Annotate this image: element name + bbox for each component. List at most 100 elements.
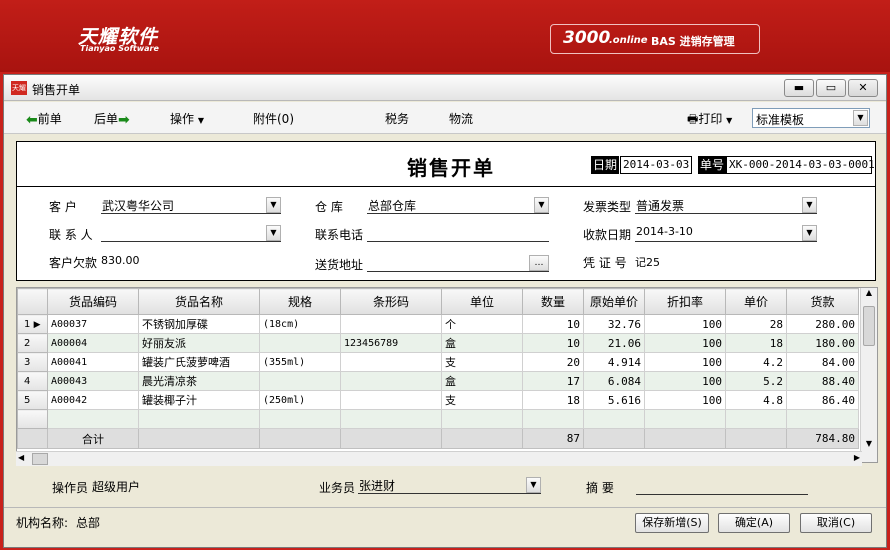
cell-price[interactable]: 5.2 [725, 371, 787, 391]
col-header-price[interactable]: 单价 [725, 288, 787, 315]
table-row[interactable]: 5 A00042 罐装椰子汁 (250ml) 支 18 5.616 100 4.… [17, 390, 859, 410]
cell-discount[interactable]: 100 [644, 390, 726, 410]
cell-unit[interactable]: 支 [441, 352, 523, 372]
salesman-select[interactable]: 张进财 ▼ [358, 476, 541, 494]
minimize-button[interactable]: ▬ [784, 79, 814, 97]
cell-code[interactable]: A00043 [47, 371, 139, 391]
address-field[interactable]: … [367, 254, 549, 272]
cell-barcode[interactable] [340, 390, 442, 410]
row-header[interactable]: 3 [17, 352, 48, 372]
vertical-scrollbar[interactable]: ▲ ▼ [860, 288, 877, 462]
scroll-left-icon[interactable]: ◀ [18, 453, 24, 462]
summary-field[interactable] [636, 477, 808, 495]
scroll-right-icon[interactable]: ▶ [854, 453, 860, 462]
scroll-thumb-h[interactable] [32, 453, 48, 465]
cell-code[interactable]: A00042 [47, 390, 139, 410]
cell-name[interactable]: 晨光清凉茶 [138, 371, 260, 391]
cell-discount[interactable]: 100 [644, 333, 726, 353]
cell-orig-price[interactable]: 6.084 [583, 371, 645, 391]
cell-qty[interactable]: 17 [522, 371, 584, 391]
row-header[interactable]: 1 ▶ [17, 314, 48, 334]
table-row[interactable]: 3 A00041 罐装广氏菠萝啤酒 (355ml) 支 20 4.914 100… [17, 352, 859, 372]
cell-discount[interactable]: 100 [644, 371, 726, 391]
cell-price[interactable]: 4.8 [725, 390, 787, 410]
cell-code[interactable]: A00004 [47, 333, 139, 353]
col-header-spec[interactable]: 规格 [259, 288, 341, 315]
operate-menu[interactable]: 操作 ▼ [170, 110, 204, 127]
cell-spec[interactable]: (355ml) [259, 352, 341, 372]
table-row[interactable]: 2 A00004 好丽友派 123456789 盒 10 21.06 100 1… [17, 333, 859, 353]
customer-select[interactable]: 武汉粤华公司 ▼ [101, 196, 281, 214]
warehouse-select[interactable]: 总部仓库 ▼ [367, 196, 549, 214]
cell-amount[interactable]: 86.40 [786, 390, 859, 410]
cell-orig-price[interactable]: 5.616 [583, 390, 645, 410]
invoice-type-select[interactable]: 普通发票 ▼ [635, 196, 817, 214]
cell-amount[interactable]: 280.00 [786, 314, 859, 334]
print-button[interactable]: 🖶打印 ▼ [687, 110, 732, 131]
date-field[interactable]: 2014-03-03 [620, 156, 692, 174]
cell-orig-price[interactable]: 21.06 [583, 333, 645, 353]
col-header-discount[interactable]: 折扣率 [644, 288, 726, 315]
cell-barcode[interactable] [340, 352, 442, 372]
cell-unit[interactable]: 盒 [441, 371, 523, 391]
col-header-unit[interactable]: 单位 [441, 288, 523, 315]
template-select[interactable]: 标准模板 ▼ [752, 108, 870, 128]
cell-amount[interactable]: 84.00 [786, 352, 859, 372]
col-header-qty[interactable]: 数量 [522, 288, 584, 315]
cell-unit[interactable]: 支 [441, 390, 523, 410]
cancel-button[interactable]: 取消(C) [800, 513, 872, 533]
col-header-name[interactable]: 货品名称 [138, 288, 260, 315]
maximize-button[interactable]: ▭ [816, 79, 846, 97]
contact-select[interactable]: ▼ [101, 224, 281, 242]
cell-code[interactable]: A00037 [47, 314, 139, 334]
cell-barcode[interactable] [340, 314, 442, 334]
cell-price[interactable]: 4.2 [725, 352, 787, 372]
col-header-barcode[interactable]: 条形码 [340, 288, 442, 315]
scroll-up-icon[interactable]: ▲ [861, 288, 877, 302]
col-header-code[interactable]: 货品编码 [47, 288, 139, 315]
col-header-orig-price[interactable]: 原始单价 [583, 288, 645, 315]
cell-spec[interactable]: (18cm) [259, 314, 341, 334]
save-new-button[interactable]: 保存新增(S) [635, 513, 709, 533]
cell-unit[interactable]: 个 [441, 314, 523, 334]
cell-name[interactable]: 罐装广氏菠萝啤酒 [138, 352, 260, 372]
confirm-button[interactable]: 确定(A) [718, 513, 790, 533]
logistics-button[interactable]: 物流 [449, 110, 473, 127]
scroll-thumb[interactable] [863, 306, 875, 346]
cell-spec[interactable] [259, 371, 341, 391]
cell-qty[interactable]: 10 [522, 333, 584, 353]
phone-field[interactable] [367, 224, 549, 242]
pay-date-select[interactable]: 2014-3-10 ▼ [635, 224, 817, 242]
next-order-button[interactable]: 后单➡ [94, 110, 130, 128]
tax-button[interactable]: 税务 [385, 110, 409, 127]
cell-qty[interactable]: 10 [522, 314, 584, 334]
cell-orig-price[interactable]: 32.76 [583, 314, 645, 334]
cell-name[interactable]: 罐装椰子汁 [138, 390, 260, 410]
cell-qty[interactable]: 18 [522, 390, 584, 410]
cell-name[interactable]: 不锈钢加厚碟 [138, 314, 260, 334]
row-header[interactable]: 2 [17, 333, 48, 353]
close-button[interactable]: ✕ [848, 79, 878, 97]
cell-orig-price[interactable]: 4.914 [583, 352, 645, 372]
cell-qty[interactable]: 20 [522, 352, 584, 372]
col-header-amount[interactable]: 货款 [786, 288, 859, 315]
cell-discount[interactable]: 100 [644, 314, 726, 334]
cell-spec[interactable] [259, 333, 341, 353]
number-field[interactable]: XK-000-2014-03-03-0001 [726, 156, 875, 174]
cell-code[interactable]: A00041 [47, 352, 139, 372]
cell-discount[interactable]: 100 [644, 352, 726, 372]
cell-amount[interactable]: 180.00 [786, 333, 859, 353]
table-row[interactable]: 4 A00043 晨光清凉茶 盒 17 6.084 100 5.2 88.40 [17, 371, 859, 391]
cell-amount[interactable]: 88.40 [786, 371, 859, 391]
table-row[interactable]: 1 ▶ A00037 不锈钢加厚碟 (18cm) 个 10 32.76 100 … [17, 314, 859, 334]
row-header[interactable]: 5 [17, 390, 48, 410]
cell-unit[interactable]: 盒 [441, 333, 523, 353]
cell-name[interactable]: 好丽友派 [138, 333, 260, 353]
cell-barcode[interactable]: 123456789 [340, 333, 442, 353]
cell-price[interactable]: 18 [725, 333, 787, 353]
attachment-button[interactable]: 附件(0) [253, 110, 294, 127]
row-header[interactable]: 4 [17, 371, 48, 391]
prev-order-button[interactable]: ⬅前单 [26, 110, 62, 128]
cell-barcode[interactable] [340, 371, 442, 391]
table-row-empty[interactable] [17, 409, 859, 429]
